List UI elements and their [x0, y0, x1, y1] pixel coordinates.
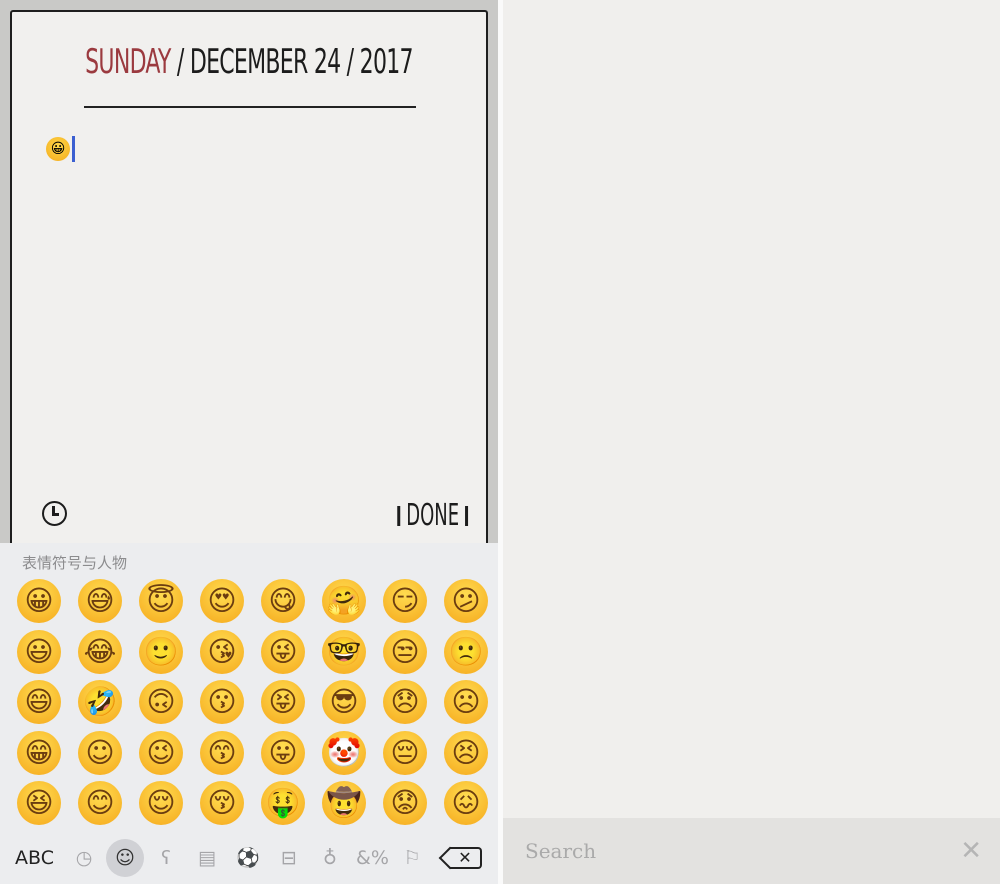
date-header: SUNDAY / DECEMBER 24 / 2017 — [78, 42, 419, 82]
emoji-key[interactable]: 🤠 — [322, 781, 366, 825]
emoji-key[interactable]: 😃 — [17, 629, 61, 674]
emoji-key[interactable]: 🤗 — [322, 579, 366, 623]
emoji-key[interactable]: 😙 — [200, 730, 244, 775]
emoji-key[interactable]: 😂 — [78, 629, 122, 674]
entry-emoji: 😀 — [46, 137, 70, 161]
done-button[interactable]: DONE — [397, 498, 468, 533]
emoji-key[interactable]: 😊 — [78, 781, 122, 825]
emoji-key[interactable]: 😉 — [139, 730, 183, 775]
abc-key[interactable]: ABC — [15, 847, 54, 869]
ball-icon[interactable]: ⚽ — [233, 843, 263, 873]
search-bar: ✕ — [503, 818, 1000, 884]
emoji-key[interactable]: 😘 — [200, 629, 244, 674]
emoji-key[interactable]: 😗 — [200, 680, 244, 724]
panel-divider — [498, 0, 503, 884]
emoji-category-title: 表情符号与人物 — [22, 554, 128, 572]
emoji-key[interactable]: 😎 — [322, 680, 366, 724]
smiley-icon[interactable]: ☺ — [106, 839, 144, 877]
emoji-key[interactable]: 😒 — [383, 629, 427, 674]
weekday: SUNDAY — [85, 42, 171, 82]
emoji-key[interactable]: 🙃 — [139, 680, 183, 724]
emoji-key[interactable]: ☺ — [78, 730, 122, 775]
bear-icon[interactable]: ʕ — [151, 843, 181, 873]
emoji-key[interactable]: 😚 — [200, 781, 244, 825]
emoji-key[interactable]: 😆 — [17, 781, 61, 825]
emoji-keyboard: 表情符号与人物 😀 😅 😇 😍 😋 🤗 😏 😕 😃 😂 🙂 😘 😜 🤓 😒 🙁 😄 🤣 🙃 😗 😝 😎 😞 ☹ 😁 ☺ 😉 😙 😛 🤡 😔 😣… — [0, 543, 498, 884]
emoji-key[interactable]: 🤓 — [322, 629, 366, 674]
emoji-key[interactable]: 😔 — [383, 730, 427, 775]
clock-icon[interactable]: ◷ — [69, 843, 99, 873]
emoji-key[interactable]: 😕 — [444, 579, 488, 623]
keyboard-toolbar: ABC ◷ ☺ ʕ ▤ ⚽ ⊟ ♁ &% ⚐ ✕ — [0, 835, 498, 880]
emoji-key[interactable]: 😛 — [261, 730, 305, 775]
search-input[interactable] — [525, 836, 925, 866]
emoji-key[interactable]: 😏 — [383, 579, 427, 623]
emoji-key[interactable]: 😅 — [78, 579, 122, 623]
emoji-key[interactable]: 😞 — [383, 680, 427, 724]
emoji-key[interactable]: 😟 — [383, 781, 427, 825]
emoji-key[interactable]: 😁 — [17, 730, 61, 775]
emoji-key[interactable]: 😖 — [444, 781, 488, 825]
emoji-key[interactable]: 🤡 — [322, 730, 366, 775]
emoji-key[interactable]: 😍 — [200, 579, 244, 623]
close-icon[interactable]: ✕ — [960, 838, 982, 864]
lightbulb-icon[interactable]: ♁ — [315, 843, 345, 873]
emoji-key[interactable]: 😣 — [444, 730, 488, 775]
flag-icon[interactable]: ⚐ — [397, 843, 427, 873]
emoji-key[interactable]: 😌 — [139, 781, 183, 825]
done-label: DONE — [406, 498, 459, 533]
symbols-icon[interactable]: &% — [356, 843, 389, 873]
emoji-key[interactable]: 😇 — [139, 579, 183, 623]
emoji-key[interactable]: 🤑 — [261, 781, 305, 825]
emoji-key[interactable]: 🙁 — [444, 629, 488, 674]
emoji-key[interactable]: 😜 — [261, 629, 305, 674]
emoji-grid: 😀 😅 😇 😍 😋 🤗 😏 😕 😃 😂 🙂 😘 😜 🤓 😒 🙁 😄 🤣 🙃 😗 😝 😎 😞 ☹ 😁 ☺ 😉 😙 😛 🤡 😔 😣 😆 😊 😌 😚 🤑 🤠 😟 😖 — [17, 579, 505, 832]
journal-card: SUNDAY / DECEMBER 24 / 2017 😀 DONE — [10, 10, 488, 555]
journal-panel: SUNDAY / DECEMBER 24 / 2017 😀 DONE 表情符号与… — [0, 0, 498, 884]
emoji-key[interactable]: 😀 — [17, 579, 61, 623]
emoji-key[interactable]: 🙂 — [139, 629, 183, 674]
emoji-key[interactable]: ☹ — [444, 680, 488, 724]
emoji-key[interactable]: 🤣 — [78, 680, 122, 724]
done-bar-right — [465, 505, 468, 526]
car-icon[interactable]: ⊟ — [274, 843, 304, 873]
food-icon[interactable]: ▤ — [192, 843, 222, 873]
text-cursor — [72, 136, 75, 162]
done-bar-left — [397, 505, 401, 526]
backspace-icon[interactable]: ✕ — [450, 847, 482, 869]
date-text: / DECEMBER 24 / 2017 — [170, 42, 414, 82]
clock-icon[interactable] — [42, 501, 67, 526]
header-divider — [84, 106, 416, 108]
entry-text-area[interactable]: 😀 — [46, 136, 75, 162]
emoji-key[interactable]: 😝 — [261, 680, 305, 724]
emoji-key[interactable]: 😄 — [17, 680, 61, 724]
emoji-key[interactable]: 😋 — [261, 579, 305, 623]
